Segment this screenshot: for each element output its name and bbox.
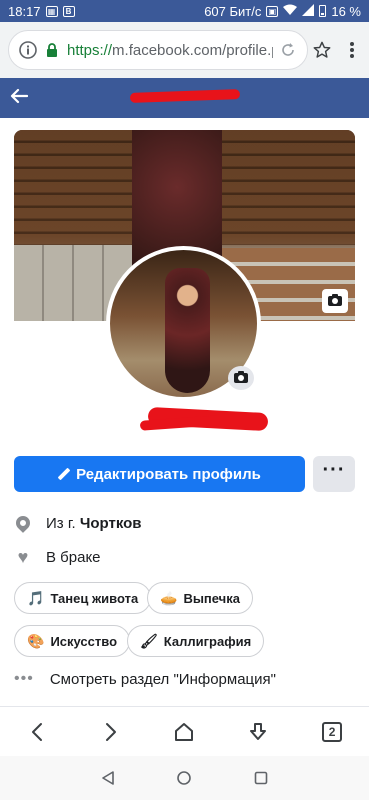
signal-icon [302,3,315,19]
tabs-count: 2 [322,721,343,742]
chevron-left-icon [31,722,42,741]
address-bar[interactable]: https://m.facebook.com/profile.p [8,30,308,70]
location-pin-icon [13,513,33,533]
pencil-icon [58,468,70,480]
camera-icon [234,371,248,383]
interest-chip-calligraphy[interactable]: 🖌 Каллиграфия [127,625,265,657]
system-recents-button[interactable] [246,763,276,793]
wifi-icon [283,4,298,19]
triangle-back-icon [102,771,114,785]
relationship-text: В браке [46,548,101,566]
lock-icon [43,41,61,59]
overflow-menu-icon[interactable] [343,41,361,59]
hometown-text: Из г. Чортков [46,514,142,532]
avatar-camera-button[interactable] [228,366,254,390]
system-back-button[interactable] [93,763,123,793]
tabs-button[interactable]: 2 [312,712,352,752]
palette-icon: 🎨 [27,632,45,649]
interest-chip-belly-dance[interactable]: 🎵 Танец живота [14,582,152,614]
hometown-city[interactable]: Чортков [80,515,142,532]
back-button[interactable] [17,712,57,752]
battery-icon [319,5,327,17]
edit-profile-label: Редактировать профиль [76,465,261,483]
battery-percent: 16 % [331,3,361,19]
more-options-label: ··· [322,459,346,481]
vk-notification-icon: B [62,5,75,17]
system-nav-bar [0,756,369,800]
forward-button[interactable] [91,712,131,752]
home-button[interactable] [164,712,204,752]
url-text: https://m.facebook.com/profile.p [67,41,273,59]
more-dots-icon: ••• [14,670,34,687]
network-speed: 607 Бит/с [204,3,262,19]
status-time: 18:17 [8,3,41,19]
browser-toolbar: https://m.facebook.com/profile.p [0,22,369,78]
heart-icon: ♥ [17,547,29,567]
interest-chip-art[interactable]: 🎨 Искусство [14,625,131,657]
back-arrow-icon[interactable] [10,88,29,109]
download-arrow-icon [250,722,267,740]
status-bar: 18:17 ▦ B 607 Бит/с ▣ 16 % [0,0,369,22]
bookmark-star-icon[interactable] [313,41,331,59]
music-note-icon: 🎵 [27,589,45,606]
screenshot-icon: ▣ [266,5,279,17]
circle-home-icon [177,771,192,785]
more-options-button[interactable]: ··· [313,456,355,492]
pie-icon: 🥧 [160,589,178,606]
reload-icon[interactable] [279,41,297,59]
browser-bottom-nav: 2 [0,706,369,756]
info-icon[interactable] [19,41,37,59]
square-recents-icon [254,771,268,785]
home-icon [175,722,194,741]
gallery-notification-icon: ▦ [45,5,58,17]
edit-profile-button[interactable]: Редактировать профиль [14,456,305,492]
chevron-right-icon [105,722,116,741]
download-button[interactable] [238,712,278,752]
camera-icon [328,294,342,306]
relationship-row: ♥ В браке [14,548,101,566]
interest-chip-baking[interactable]: 🥧 Выпечка [147,582,253,614]
hometown-row: Из г. Чортков [13,513,142,533]
brush-icon: 🖌 [140,632,158,649]
see-info-label: Смотреть раздел "Информация" [49,670,276,688]
see-about-info-link[interactable]: ••• Смотреть раздел "Информация" [14,670,276,688]
system-home-button[interactable] [169,763,199,793]
cover-camera-button[interactable] [322,289,348,313]
